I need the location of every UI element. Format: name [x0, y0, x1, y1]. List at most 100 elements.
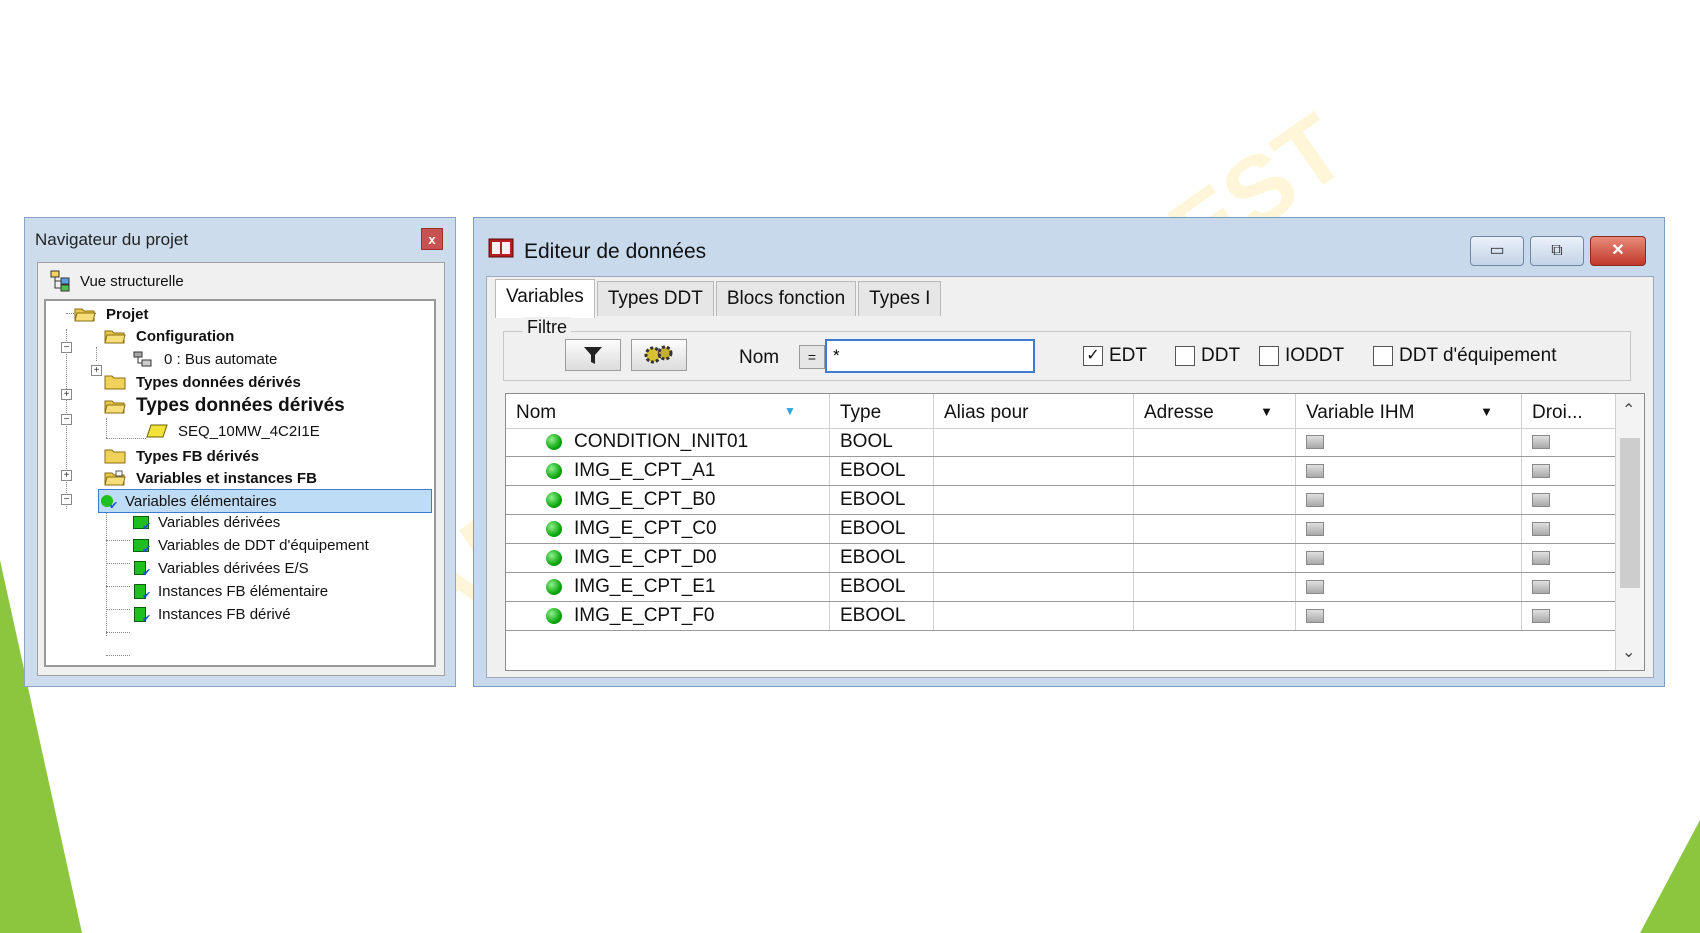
droits-toggle[interactable] [1532, 434, 1550, 449]
table-row[interactable]: IMG_E_CPT_C0 EBOOL [506, 515, 1616, 544]
ihm-toggle[interactable] [1306, 521, 1324, 536]
cell-type[interactable]: EBOOL [830, 573, 934, 601]
restore-button[interactable]: ⧉ [1530, 236, 1584, 266]
cell-name[interactable]: IMG_E_CPT_E1 [506, 573, 830, 601]
tree-item-instances-fb-derive[interactable]: ✔ Instances FB dérivé [132, 603, 293, 625]
cell-variable-ihm[interactable] [1296, 602, 1522, 630]
cell-type[interactable]: EBOOL [830, 486, 934, 514]
collapse-types-derives-toggle[interactable]: − [61, 414, 72, 425]
cell-variable-ihm[interactable] [1296, 457, 1522, 485]
ihm-toggle[interactable] [1306, 550, 1324, 565]
tree-item-bus[interactable]: 0 : Bus automate [132, 348, 279, 370]
cell-alias[interactable] [934, 457, 1134, 485]
cell-type[interactable]: EBOOL [830, 457, 934, 485]
cell-variable-ihm[interactable] [1296, 544, 1522, 572]
droits-toggle[interactable] [1532, 550, 1550, 565]
checkbox-box[interactable] [1259, 346, 1279, 366]
cell-variable-ihm[interactable] [1296, 428, 1522, 456]
cell-name[interactable]: CONDITION_INIT01 [506, 428, 830, 456]
cell-alias[interactable] [934, 544, 1134, 572]
cell-adresse[interactable] [1134, 573, 1296, 601]
cell-variable-ihm[interactable] [1296, 486, 1522, 514]
expand-types-fb-toggle[interactable]: + [61, 470, 72, 481]
dropdown-arrow-icon[interactable]: ▼ [1480, 404, 1493, 419]
tree-item-projet[interactable]: Projet [74, 303, 151, 325]
cell-alias[interactable] [934, 428, 1134, 456]
cell-droits[interactable] [1522, 457, 1616, 485]
navigator-close-button[interactable]: x [421, 228, 443, 250]
cell-name[interactable]: IMG_E_CPT_B0 [506, 486, 830, 514]
cell-droits[interactable] [1522, 573, 1616, 601]
structural-view-header[interactable]: Vue structurelle [50, 269, 184, 293]
cell-alias[interactable] [934, 486, 1134, 514]
expand-bus-toggle[interactable]: + [91, 365, 102, 376]
ihm-toggle[interactable] [1306, 579, 1324, 594]
table-row[interactable]: IMG_E_CPT_B0 EBOOL [506, 486, 1616, 515]
tab-variables[interactable]: Variables [495, 279, 595, 318]
tab-types-i[interactable]: Types I [858, 281, 942, 316]
checkbox-box[interactable] [1373, 346, 1393, 366]
droits-toggle[interactable] [1532, 492, 1550, 507]
cell-alias[interactable] [934, 573, 1134, 601]
collapse-variables-toggle[interactable]: − [61, 494, 72, 505]
dropdown-arrow-icon[interactable]: ▼ [1260, 404, 1273, 419]
scroll-up-icon[interactable]: ⌃ [1622, 400, 1635, 420]
column-header-nom[interactable]: Nom ▼ [506, 394, 830, 428]
table-row[interactable]: IMG_E_CPT_E1 EBOOL [506, 573, 1616, 602]
cell-variable-ihm[interactable] [1296, 515, 1522, 543]
cell-name[interactable]: IMG_E_CPT_C0 [506, 515, 830, 543]
checkbox-ioddt[interactable]: IODDT [1259, 345, 1344, 367]
table-row[interactable]: IMG_E_CPT_A1 EBOOL [506, 457, 1616, 486]
checkbox-ddt[interactable]: DDT [1175, 345, 1240, 367]
cell-adresse[interactable] [1134, 428, 1296, 456]
collapse-configuration-toggle[interactable]: − [61, 342, 72, 353]
equals-operator-button[interactable]: = [799, 345, 825, 369]
column-header-alias[interactable]: Alias pour [934, 394, 1134, 428]
tab-blocs-fonction[interactable]: Blocs fonction [715, 281, 857, 316]
expand-types-derives-toggle[interactable]: + [61, 389, 72, 400]
cell-type[interactable]: EBOOL [830, 602, 934, 630]
tree-item-instances-fb-elem[interactable]: ✔ Instances FB élémentaire [132, 580, 330, 602]
checkbox-ddt-equipement[interactable]: DDT d'équipement [1373, 345, 1556, 367]
column-header-type[interactable]: Type [830, 394, 934, 428]
cell-adresse[interactable] [1134, 486, 1296, 514]
name-filter-input[interactable] [825, 339, 1035, 373]
tree-item-variables-es[interactable]: ✔ Variables dérivées E/S [132, 557, 311, 579]
checkbox-edt[interactable]: ✓ EDT [1083, 345, 1147, 367]
tab-types-ddt[interactable]: Types DDT [596, 281, 714, 316]
cell-droits[interactable] [1522, 602, 1616, 630]
cell-alias[interactable] [934, 515, 1134, 543]
cell-droits[interactable] [1522, 486, 1616, 514]
cell-adresse[interactable] [1134, 602, 1296, 630]
cell-droits[interactable] [1522, 428, 1616, 456]
tree-item-variables-derivees[interactable]: ✔ Variables dérivées [132, 511, 282, 533]
scroll-thumb[interactable] [1620, 438, 1640, 588]
close-button[interactable]: ✕ [1590, 236, 1646, 266]
cell-type[interactable]: EBOOL [830, 515, 934, 543]
droits-toggle[interactable] [1532, 608, 1550, 623]
cell-adresse[interactable] [1134, 515, 1296, 543]
tree-item-types-derives[interactable]: Types données dérivés [104, 371, 303, 393]
cell-adresse[interactable] [1134, 457, 1296, 485]
cell-droits[interactable] [1522, 515, 1616, 543]
vertical-scrollbar[interactable]: ⌃ ⌄ [1615, 394, 1644, 670]
filter-funnel-button[interactable] [565, 339, 621, 371]
ihm-toggle[interactable] [1306, 608, 1324, 623]
tree-item-types-fb[interactable]: Types FB dérivés [104, 445, 261, 467]
cell-name[interactable]: IMG_E_CPT_A1 [506, 457, 830, 485]
tree-item-variables-ddt[interactable]: ✔ Variables de DDT d'équipement [132, 534, 371, 556]
ihm-toggle[interactable] [1306, 492, 1324, 507]
checkbox-box[interactable]: ✓ [1083, 346, 1103, 366]
column-header-droits[interactable]: Droi... [1522, 394, 1616, 428]
table-row[interactable]: CONDITION_INIT01 BOOL [506, 428, 1616, 457]
ihm-toggle[interactable] [1306, 463, 1324, 478]
droits-toggle[interactable] [1532, 579, 1550, 594]
cell-name[interactable]: IMG_E_CPT_D0 [506, 544, 830, 572]
tree-item-types-derives-open[interactable]: Types données dérivés [104, 395, 347, 417]
tree-item-variables-instances[interactable]: Variables et instances FB [104, 467, 319, 489]
table-row[interactable]: IMG_E_CPT_D0 EBOOL [506, 544, 1616, 573]
scroll-down-icon[interactable]: ⌄ [1622, 642, 1635, 662]
filter-settings-button[interactable] [631, 339, 687, 371]
tree-item-variables-elementaires[interactable]: ✔ Variables élémentaires [98, 489, 432, 513]
checkbox-box[interactable] [1175, 346, 1195, 366]
